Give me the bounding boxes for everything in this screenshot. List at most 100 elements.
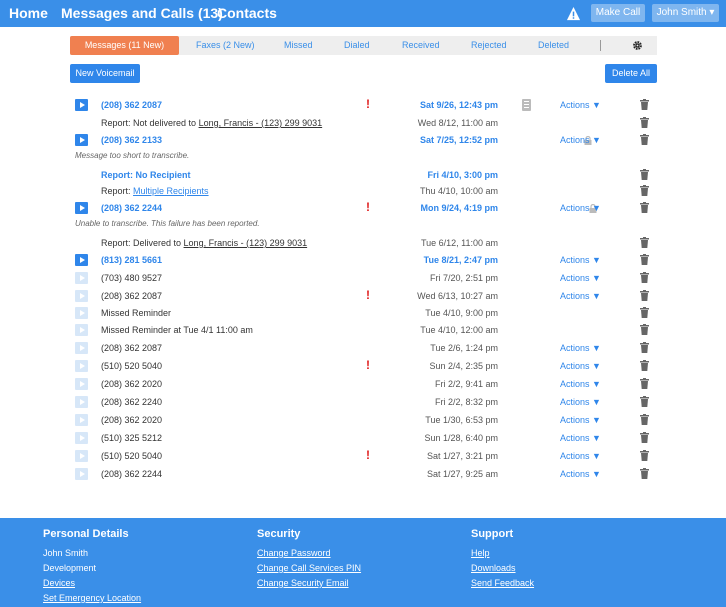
trash-icon[interactable] [640, 307, 649, 318]
message-row[interactable]: (208) 362 2133 Sat 7/25, 12:52 pm Actions … [70, 131, 660, 149]
actions-dropdown[interactable]: Actions ▼ [560, 469, 601, 479]
message-caller[interactable]: (703) 480 9527 [101, 273, 162, 283]
actions-dropdown[interactable]: Actions ▼ [560, 100, 601, 110]
message-caller[interactable]: (208) 362 2087 [101, 343, 162, 353]
tab-rejected[interactable]: Rejected [471, 36, 507, 55]
trash-icon[interactable] [640, 450, 649, 461]
footer-link-emergency-location[interactable]: Set Emergency Location [43, 591, 141, 606]
play-icon[interactable] [75, 134, 88, 146]
trash-icon[interactable] [640, 342, 649, 353]
message-row[interactable]: Report: Not delivered to Long, Francis -… [70, 114, 660, 132]
trash-icon[interactable] [640, 396, 649, 407]
message-row[interactable]: Report: Multiple Recipients Thu 4/10, 10:… [70, 182, 660, 200]
message-row[interactable]: (208) 362 2087! Sat 9/26, 12:43 pm Actions… [70, 96, 660, 114]
message-caller[interactable]: (208) 362 2087 [101, 291, 162, 301]
trash-icon[interactable] [640, 432, 649, 443]
message-row[interactable]: Report: Delivered to Long, Francis - (12… [70, 234, 660, 252]
play-icon[interactable] [75, 432, 88, 444]
play-icon[interactable] [75, 99, 88, 111]
message-caller[interactable]: (510) 520 5040 [101, 361, 162, 371]
trash-icon[interactable] [640, 468, 649, 479]
message-row[interactable]: Missed Reminder Tue 4/10, 9:00 pm [70, 304, 660, 322]
trash-icon[interactable] [640, 324, 649, 335]
play-icon[interactable] [75, 360, 88, 372]
actions-dropdown[interactable]: Actions ▼ [560, 397, 601, 407]
message-row[interactable]: (510) 520 5040! Sat 1/27, 3:21 pm Actions … [70, 447, 660, 465]
tab-dialed[interactable]: Dialed [344, 36, 370, 55]
actions-dropdown[interactable]: Actions ▼ [560, 451, 601, 461]
trash-icon[interactable] [640, 272, 649, 283]
recipient-link[interactable]: Long, Francis - (123) 299 9031 [184, 238, 308, 248]
trash-icon[interactable] [640, 237, 649, 248]
footer-link-change-pin[interactable]: Change Call Services PIN [257, 561, 361, 576]
message-caller[interactable]: (208) 362 2240 [101, 397, 162, 407]
message-caller[interactable]: (510) 325 5212 [101, 433, 162, 443]
recipient-link[interactable]: Long, Francis - (123) 299 9031 [199, 118, 323, 128]
actions-dropdown[interactable]: Actions ▼ [560, 343, 601, 353]
message-caller[interactable]: Missed Reminder [101, 308, 171, 318]
message-row[interactable]: (208) 362 2244 Sat 1/27, 9:25 am Actions ▼ [70, 465, 660, 483]
actions-dropdown[interactable]: Actions ▼ [560, 415, 601, 425]
actions-dropdown[interactable]: Actions ▼ [560, 379, 601, 389]
play-icon[interactable] [75, 272, 88, 284]
message-row[interactable]: (208) 362 2020 Fri 2/2, 9:41 am Actions ▼ [70, 375, 660, 393]
trash-icon[interactable] [640, 169, 649, 180]
nav-messages-and-calls[interactable]: Messages and Calls (13) [61, 5, 223, 21]
play-icon[interactable] [75, 202, 88, 214]
footer-link-change-email[interactable]: Change Security Email [257, 576, 361, 591]
footer-link-help[interactable]: Help [471, 546, 534, 561]
play-icon[interactable] [75, 342, 88, 354]
message-row[interactable]: (813) 281 5661 Tue 8/21, 2:47 pm Actions ▼ [70, 251, 660, 269]
tab-deleted[interactable]: Deleted [538, 36, 569, 55]
gear-icon[interactable] [632, 40, 643, 51]
trash-icon[interactable] [640, 414, 649, 425]
warning-icon[interactable] [566, 6, 581, 21]
play-icon[interactable] [75, 254, 88, 266]
play-icon[interactable] [75, 324, 88, 336]
message-row[interactable]: (208) 362 2244! Mon 9/24, 4:19 pm Actions … [70, 199, 660, 217]
play-icon[interactable] [75, 378, 88, 390]
delete-all-button[interactable]: Delete All [605, 64, 657, 83]
play-icon[interactable] [75, 468, 88, 480]
nav-contacts[interactable]: Contacts [217, 5, 277, 21]
message-row[interactable]: (703) 480 9527 Fri 7/20, 2:51 pm Actions ▼ [70, 269, 660, 287]
actions-dropdown[interactable]: Actions ▼ [560, 135, 601, 145]
message-caller[interactable]: (208) 362 2133 [101, 135, 162, 145]
tab-messages[interactable]: Messages (11 New) [70, 36, 179, 55]
actions-dropdown[interactable]: Actions ▼ [560, 361, 601, 371]
user-menu-button[interactable]: John Smith ▾ [652, 4, 719, 22]
message-caller[interactable]: (208) 362 2020 [101, 415, 162, 425]
play-icon[interactable] [75, 396, 88, 408]
trash-icon[interactable] [640, 202, 649, 213]
message-row[interactable]: (510) 325 5212 Sun 1/28, 6:40 pm Actions ▼ [70, 429, 660, 447]
play-icon[interactable] [75, 450, 88, 462]
trash-icon[interactable] [640, 117, 649, 128]
new-voicemail-button[interactable]: New Voicemail [70, 64, 140, 83]
tab-faxes[interactable]: Faxes (2 New) [196, 36, 255, 55]
message-row[interactable]: Missed Reminder at Tue 4/1 11:00 am Tue 4… [70, 321, 660, 339]
actions-dropdown[interactable]: Actions ▼ [560, 433, 601, 443]
nav-home[interactable]: Home [9, 5, 48, 21]
tab-received[interactable]: Received [402, 36, 440, 55]
footer-link-downloads[interactable]: Downloads [471, 561, 534, 576]
footer-link-send-feedback[interactable]: Send Feedback [471, 576, 534, 591]
message-row[interactable]: (510) 520 5040! Sun 2/4, 2:35 pm Actions ▼ [70, 357, 660, 375]
make-call-button[interactable]: Make Call [591, 4, 645, 22]
footer-link-change-password[interactable]: Change Password [257, 546, 361, 561]
trash-icon[interactable] [640, 254, 649, 265]
message-caller[interactable]: (208) 362 2244 [101, 203, 162, 213]
message-caller[interactable]: Missed Reminder at Tue 4/1 11:00 am [101, 325, 253, 335]
message-row[interactable]: (208) 362 2087! Wed 6/13, 10:27 am Actions… [70, 287, 660, 305]
actions-dropdown[interactable]: Actions ▼ [560, 203, 601, 213]
message-caller[interactable]: (208) 362 2244 [101, 469, 162, 479]
tab-missed[interactable]: Missed [284, 36, 313, 55]
play-icon[interactable] [75, 414, 88, 426]
trash-icon[interactable] [640, 185, 649, 196]
message-caller[interactable]: (510) 520 5040 [101, 451, 162, 461]
trash-icon[interactable] [640, 134, 649, 145]
message-row[interactable]: (208) 362 2020 Tue 1/30, 6:53 pm Actions ▼ [70, 411, 660, 429]
play-icon[interactable] [75, 307, 88, 319]
trash-icon[interactable] [640, 360, 649, 371]
recipient-link[interactable]: Multiple Recipients [133, 186, 209, 196]
message-caller[interactable]: (208) 362 2087 [101, 100, 162, 110]
